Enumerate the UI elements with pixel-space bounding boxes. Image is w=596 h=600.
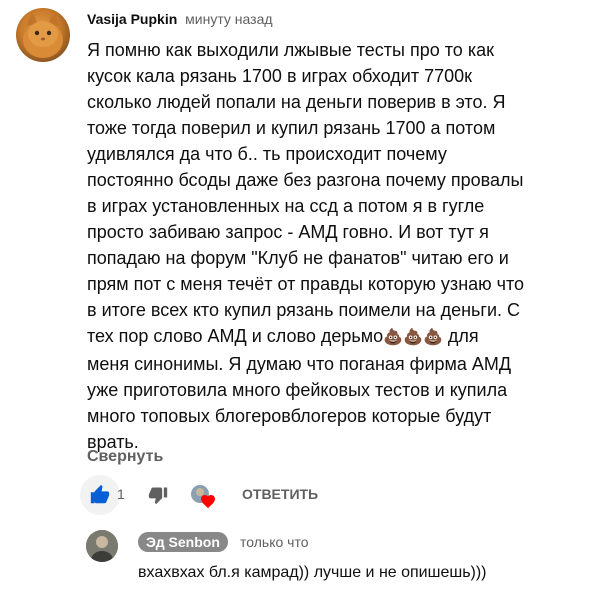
comment-timestamp[interactable]: минуту назад bbox=[185, 11, 272, 27]
person-avatar-image bbox=[86, 530, 118, 562]
reply-timestamp[interactable]: только что bbox=[240, 534, 309, 550]
comment-text: Я помню как выходили лжывые тесты про то… bbox=[87, 37, 587, 455]
cat-avatar-image bbox=[23, 12, 63, 58]
like-count: 1 bbox=[117, 486, 125, 502]
comment-header: Vasija Pupkin минуту назад bbox=[87, 11, 273, 27]
reply-button[interactable]: ОТВЕТИТЬ bbox=[242, 486, 318, 502]
heart-icon bbox=[191, 485, 215, 509]
thumb-down-icon bbox=[148, 487, 168, 505]
like-button[interactable] bbox=[80, 475, 120, 515]
author-name[interactable]: Vasija Pupkin bbox=[87, 11, 177, 27]
reply-text: вхахвхах бл.я камрад)) лучше и не опишеш… bbox=[138, 564, 487, 581]
reply-author-avatar[interactable] bbox=[86, 530, 118, 562]
dislike-button[interactable] bbox=[144, 481, 172, 509]
creator-heart bbox=[190, 484, 216, 510]
thumb-up-icon bbox=[90, 484, 110, 504]
poop-emojis: 💩💩💩 bbox=[383, 329, 443, 346]
comment-actions: 1 ОТВЕТИТЬ bbox=[72, 475, 572, 515]
reply-author-badge[interactable]: Эд Senbon bbox=[138, 532, 228, 552]
author-avatar[interactable] bbox=[16, 8, 70, 62]
collapse-button[interactable]: Свернуть bbox=[87, 448, 163, 466]
comment-text-main: Я помню как выходили лжывые тесты про то… bbox=[87, 40, 525, 346]
